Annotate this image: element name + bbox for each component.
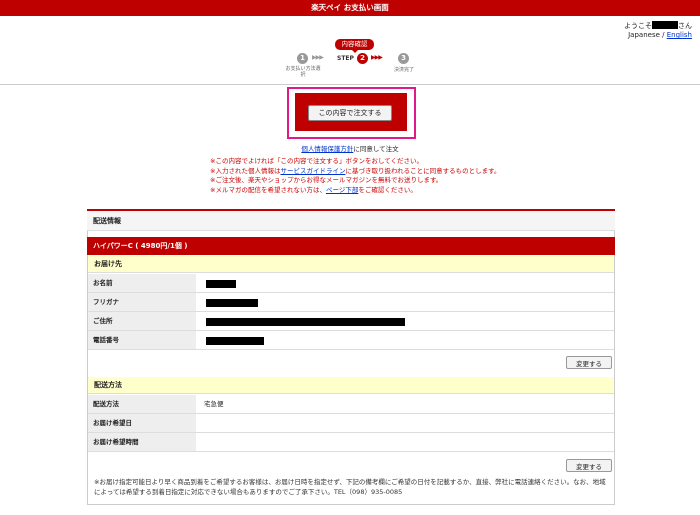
recipient-row-phone: 電話番号 [88,331,614,350]
order-notes: ※この内容でよければ「この内容で注文する」ボタンをおしてください。 ※入力された… [210,157,500,195]
note-text: ※入力された個人情報は [210,166,281,175]
header-divider [0,84,700,85]
field-label: お名前 [88,274,196,292]
note-text: に基づき取り扱われることに同意するものとします。 [345,166,501,175]
recipient-row-kana: フリガナ [88,293,614,312]
step-1-circle: 1 [297,53,308,64]
service-guideline-link[interactable]: サービスガイドライン [280,167,345,175]
field-label: 電話番号 [88,331,196,349]
place-order-button[interactable]: この内容で注文する [308,105,392,121]
agree-text: に同意して注文 [353,145,399,153]
greeting-suffix: さん [678,22,692,30]
delivery-footnote: ※お届け指定可能日より早く商品到着をご希望するお客様は、お届け日時を指定せず、下… [94,478,606,496]
delivery-method-value: 宅急便 [204,400,224,408]
note-text: ※メルマガの配信を希望されない方は、 [210,185,326,194]
page-bottom-link[interactable]: ページ下部 [326,186,358,194]
step-2-circle: 2 [357,53,368,64]
step-3-circle: 3 [398,53,409,64]
note-line-1: ※この内容でよければ「この内容で注文する」ボタンをおしてください。 [210,157,424,165]
field-label: 配送方法 [88,395,196,413]
shipping-section-title: 配送情報 [87,209,615,231]
step-arrows-active-icon: ▶▶▶ [371,54,383,61]
note-line-2: ※入力された個人情報はサービスガイドラインに基づき取り扱われることに同意するもの… [210,167,500,177]
privacy-policy-link[interactable]: 個人情報保護方針 [301,145,353,153]
recipient-section-head: お届け先 [88,256,614,273]
redacted-name [206,280,236,288]
change-recipient-button[interactable]: 変更する [566,356,612,369]
recipient-row-name: お名前 [88,274,614,293]
redacted-address [206,318,405,326]
greeting-prefix: ようこそ [624,22,652,30]
change-delivery-button[interactable]: 変更する [566,459,612,472]
language-switcher: Japanese / English [628,31,692,39]
step-1-label: お支払い方法選択 [285,66,321,78]
note-line-3: ※ご注文後、楽天やショップからお得なメールマガジンを無料でお送りします。 [210,176,443,184]
redacted-kana [206,299,258,307]
field-label: ご住所 [88,312,196,330]
recipient-row-address: ご住所 [88,312,614,331]
delivery-date-row: お届け希望日 [88,414,614,433]
note-line-4: ※メルマガの配信を希望されない方は、ページ下部をご確認ください。 [210,186,500,196]
lang-english-link[interactable]: English [667,31,692,39]
lang-separator: / [659,31,667,39]
step-label: STEP [337,55,354,62]
delivery-time-row: お届け希望時間 [88,433,614,452]
welcome-message: ようこそ さん [624,21,692,31]
field-label: フリガナ [88,293,196,311]
product-title-bar: ハイパワーC ( 4980円/1個 ) [87,237,615,255]
privacy-agreement: 個人情報保護方針に同意して注文 [0,143,700,153]
step-3-label: 決済完了 [393,67,414,73]
redacted-phone [206,337,264,345]
lang-current: Japanese [628,31,660,39]
field-label: お届け希望時間 [88,433,196,451]
delivery-method-row: 配送方法 宅急便 [88,395,614,414]
step-arrows-icon: ▶▶▶ [312,54,324,61]
note-text: をご確認ください。 [358,185,417,194]
redacted-username [652,21,678,29]
current-step-badge: 内容確認 [335,39,374,53]
delivery-method-head: 配送方法 [88,377,614,394]
field-label: お届け希望日 [88,414,196,432]
app-header: 楽天ペイ お支払い画面 [0,0,700,16]
